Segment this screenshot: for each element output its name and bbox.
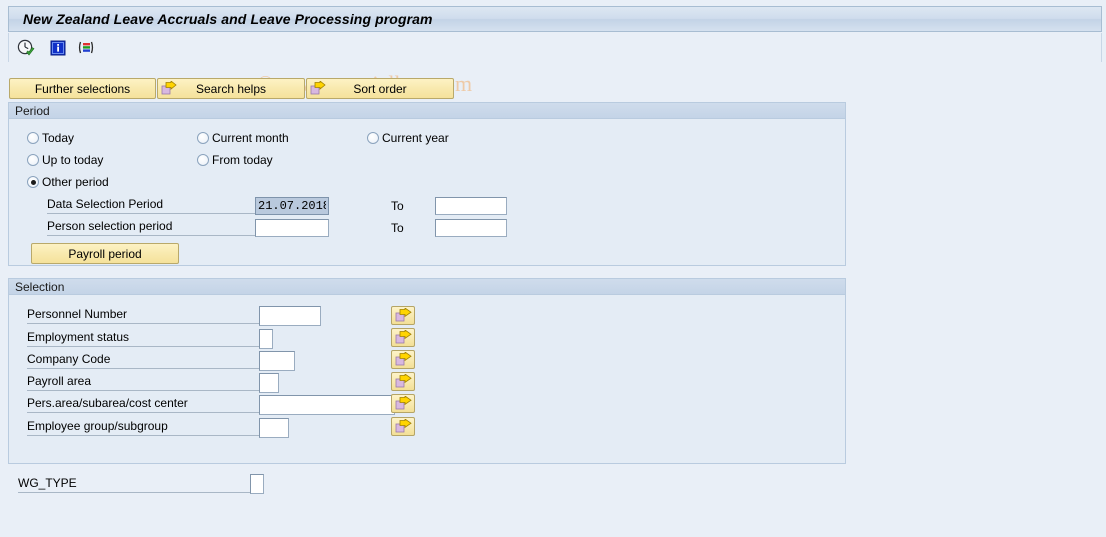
payroll-area-multiselect-button[interactable] bbox=[391, 372, 415, 391]
radio-mark-icon bbox=[367, 132, 379, 144]
radio-up-to-today[interactable]: Up to today bbox=[27, 153, 103, 167]
radio-from-today[interactable]: From today bbox=[197, 153, 273, 167]
radio-current-year-label: Current year bbox=[382, 131, 449, 145]
page-title: New Zealand Leave Accruals and Leave Pro… bbox=[23, 11, 433, 27]
radio-mark-icon bbox=[27, 176, 39, 188]
data-selection-period-from-input[interactable] bbox=[255, 197, 329, 215]
person-selection-period-to-input[interactable] bbox=[435, 219, 507, 237]
sap-selection-screen: New Zealand Leave Accruals and Leave Pro… bbox=[0, 0, 1106, 537]
personnel-number-label: Personnel Number bbox=[27, 307, 259, 324]
payroll-period-label: Payroll period bbox=[68, 246, 142, 261]
pers-area-subarea-cost-center-multiselect-button[interactable] bbox=[391, 394, 415, 413]
selection-legend: Selection bbox=[9, 279, 845, 295]
radio-other-period-label: Other period bbox=[42, 175, 109, 189]
payroll-period-button[interactable]: Payroll period bbox=[31, 243, 179, 264]
sort-order-button[interactable]: Sort order bbox=[306, 78, 454, 99]
further-selections-label: Further selections bbox=[34, 81, 131, 96]
employee-group-subgroup-input[interactable] bbox=[259, 418, 289, 438]
person-selection-period-label: Person selection period bbox=[47, 219, 255, 236]
employment-status-multiselect-button[interactable] bbox=[391, 328, 415, 347]
company-code-multiselect-button[interactable] bbox=[391, 350, 415, 369]
period-groupbox: Period Today Current month Current year … bbox=[8, 102, 846, 266]
search-helps-label: Search helps bbox=[195, 81, 267, 96]
wg-type-input[interactable] bbox=[250, 474, 264, 494]
employment-status-label: Employment status bbox=[27, 330, 259, 347]
radio-current-month[interactable]: Current month bbox=[197, 131, 289, 145]
employment-status-input[interactable] bbox=[259, 329, 273, 349]
window-titlebar: New Zealand Leave Accruals and Leave Pro… bbox=[8, 6, 1102, 32]
search-helps-button[interactable]: Search helps bbox=[157, 78, 305, 99]
selection-groupbox: Selection Personnel Number Employment st… bbox=[8, 278, 846, 464]
radio-up-to-today-label: Up to today bbox=[42, 153, 104, 167]
payroll-area-input[interactable] bbox=[259, 373, 279, 393]
radio-other-period[interactable]: Other period bbox=[27, 175, 109, 189]
employee-group-subgroup-label: Employee group/subgroup bbox=[27, 419, 259, 436]
radio-current-year[interactable]: Current year bbox=[367, 131, 449, 145]
radio-today[interactable]: Today bbox=[27, 131, 74, 145]
radio-mark-icon bbox=[27, 132, 39, 144]
radio-current-month-label: Current month bbox=[212, 131, 289, 145]
wg-type-label: WG_TYPE bbox=[18, 476, 250, 493]
data-selection-period-label: Data Selection Period bbox=[47, 197, 255, 214]
personnel-number-input[interactable] bbox=[259, 306, 321, 326]
period-legend: Period bbox=[9, 103, 845, 119]
personnel-number-multiselect-button[interactable] bbox=[391, 306, 415, 325]
radio-mark-icon bbox=[27, 154, 39, 166]
person-selection-period-from-input[interactable] bbox=[255, 219, 329, 237]
data-selection-period-to-input[interactable] bbox=[435, 197, 507, 215]
person-selection-period-to-label: To bbox=[391, 221, 404, 235]
company-code-label: Company Code bbox=[27, 352, 259, 369]
company-code-input[interactable] bbox=[259, 351, 295, 371]
radio-mark-icon bbox=[197, 154, 209, 166]
application-toolbar: © www.tutorialkart.com bbox=[8, 33, 1102, 96]
pers-area-subarea-cost-center-input[interactable] bbox=[259, 395, 395, 415]
yellow-arrow-icon bbox=[310, 80, 326, 96]
data-selection-period-to-label: To bbox=[391, 199, 404, 213]
pers-area-subarea-cost-center-label: Pers.area/subarea/cost center bbox=[27, 396, 259, 413]
yellow-arrow-icon bbox=[161, 80, 177, 96]
radio-today-label: Today bbox=[42, 131, 75, 145]
payroll-area-label: Payroll area bbox=[27, 374, 259, 391]
selection-screen-buttons: Further selections Search helps Sort ord… bbox=[9, 78, 454, 99]
execute-with-variant-icon[interactable] bbox=[17, 39, 35, 57]
employee-group-subgroup-multiselect-button[interactable] bbox=[391, 417, 415, 436]
information-icon[interactable] bbox=[49, 39, 67, 57]
radio-from-today-label: From today bbox=[212, 153, 273, 167]
radio-mark-icon bbox=[197, 132, 209, 144]
sort-order-label: Sort order bbox=[353, 81, 407, 96]
variant-list-icon[interactable] bbox=[77, 39, 95, 57]
further-selections-button[interactable]: Further selections bbox=[9, 78, 156, 99]
